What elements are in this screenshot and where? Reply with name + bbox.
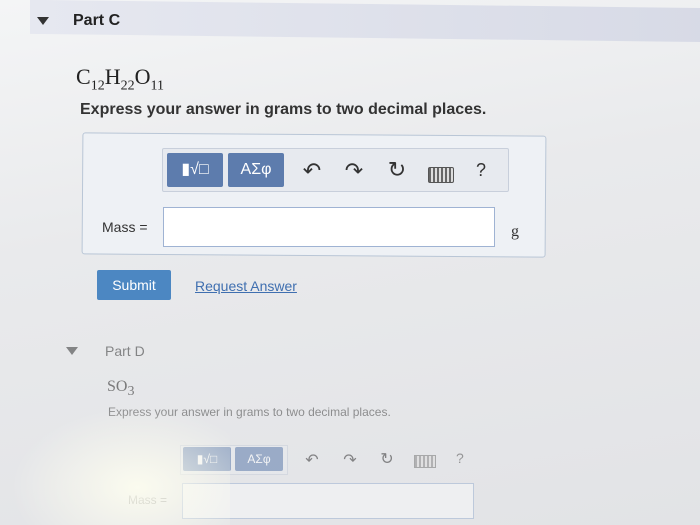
part-d-mass-label: Mass = xyxy=(128,493,168,507)
part-d-section: Part D SO3 Express your answer in grams … xyxy=(0,330,700,525)
part-d-keyboard-icon[interactable] xyxy=(414,455,436,468)
part-c-title: Part C xyxy=(73,12,121,29)
part-d-undo-icon[interactable]: ↶ xyxy=(302,450,322,470)
expand-triangle-icon[interactable] xyxy=(66,347,78,355)
reset-icon[interactable]: ↻ xyxy=(385,157,409,183)
part-d-mass-input[interactable] xyxy=(182,483,474,519)
request-answer-link[interactable]: Request Answer xyxy=(195,278,297,294)
part-d-formula: SO3 xyxy=(107,378,135,400)
part-c-formula: C12H22O11 xyxy=(76,64,164,94)
part-c-header-bar[interactable] xyxy=(30,0,700,43)
help-button[interactable]: ? xyxy=(476,160,486,181)
part-d-instruction: Express your answer in grams to two deci… xyxy=(108,405,391,419)
keyboard-icon[interactable] xyxy=(428,167,454,183)
part-d-reset-icon[interactable]: ↻ xyxy=(377,449,397,469)
part-d-greek-button[interactable]: ΑΣφ xyxy=(235,447,283,471)
part-d-redo-icon[interactable]: ↷ xyxy=(340,450,360,470)
mass-input[interactable] xyxy=(163,207,495,247)
mass-label: Mass = xyxy=(102,219,148,235)
redo-icon[interactable]: ↷ xyxy=(342,158,366,184)
part-d-title: Part D xyxy=(105,343,145,359)
part-d-templates-button[interactable]: ▮√□ xyxy=(183,447,231,471)
part-c-instruction: Express your answer in grams to two deci… xyxy=(80,101,487,118)
templates-button[interactable]: ▮√□ xyxy=(167,153,223,187)
collapse-triangle-icon[interactable] xyxy=(37,17,49,25)
part-d-help-button[interactable]: ? xyxy=(456,450,464,466)
greek-symbols-button[interactable]: ΑΣφ xyxy=(228,153,284,187)
undo-icon[interactable]: ↶ xyxy=(300,158,324,184)
unit-label: g xyxy=(511,223,519,240)
submit-button[interactable]: Submit xyxy=(97,270,171,300)
